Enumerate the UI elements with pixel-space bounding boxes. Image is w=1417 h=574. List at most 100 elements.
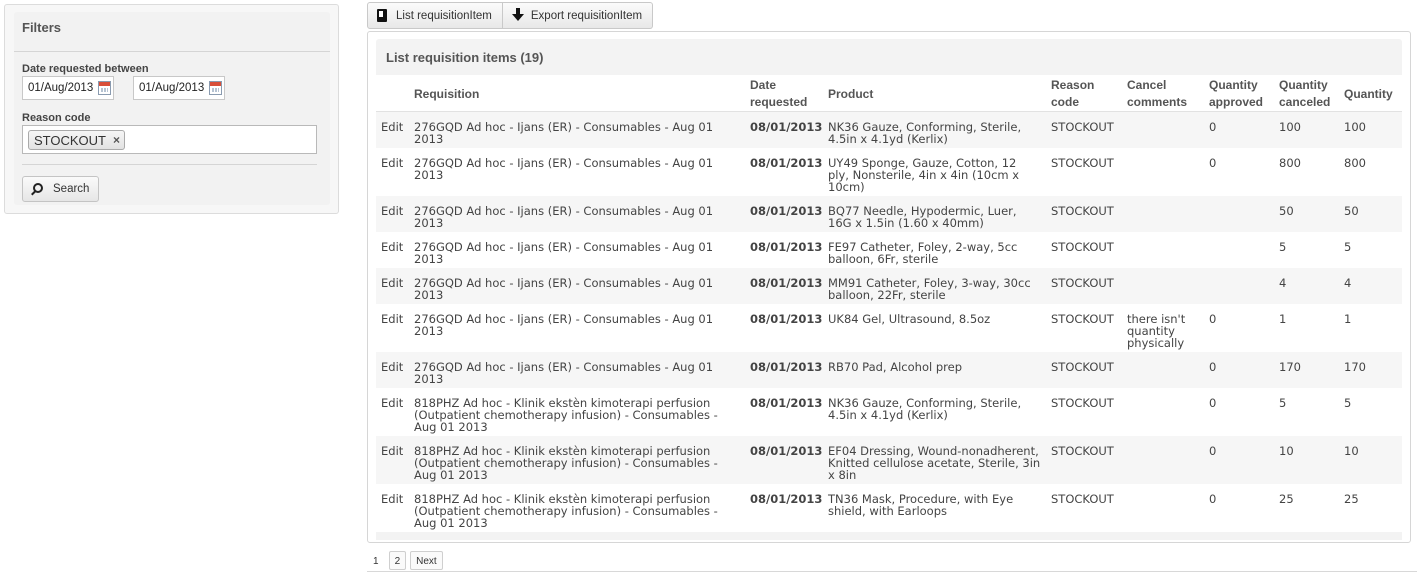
calendar-icon[interactable] (209, 81, 222, 95)
export-requisition-item-button[interactable]: Export requisitionItem (502, 2, 654, 29)
next-page-button[interactable]: Next (410, 551, 443, 570)
quantity-approved-cell-line: 0 (1209, 444, 1217, 458)
quantity-canceled-cell-line: 1 (1279, 312, 1287, 326)
date-requested-cell: 08/01/2013 (750, 241, 822, 253)
date-requested-cell: 08/01/2013 (750, 205, 822, 217)
product-cell-line: 16G x 1.5in (1.60 x 40mm) (828, 216, 984, 230)
date-requested-label: Date requested between (22, 63, 149, 75)
requisition-items-panel: List requisition items (19) Requisition … (367, 31, 1411, 543)
product-cell-line: 4.5in x 4.1yd (Kerlix) (828, 132, 948, 146)
search-button-label: Search (53, 183, 90, 195)
cancel-comments-cell: there isn't quantity physically (1127, 313, 1185, 349)
edit-link[interactable]: Edit (381, 157, 403, 169)
product-cell-line: balloon, 22Fr, sterile (828, 288, 946, 302)
requisition-cell[interactable]: 276GQD Ad hoc - Ijans (ER) - Consumables… (414, 121, 713, 145)
date-requested-cell-line: 08/01/2013 (750, 120, 823, 134)
requisition-cell[interactable]: 276GQD Ad hoc - Ijans (ER) - Consumables… (414, 241, 713, 265)
quantity-canceled-cell-line: 50 (1279, 204, 1294, 218)
product-cell-line: UK84 Gel, Ultrasound, 8.5oz (828, 312, 991, 326)
quantity-cell-line: 25 (1344, 492, 1359, 506)
reason-code-cell-line: STOCKOUT (1051, 156, 1114, 170)
edit-link[interactable]: Edit (381, 277, 403, 289)
column-header-quantity-approved[interactable]: Quantity approved (1209, 77, 1263, 111)
edit-link[interactable]: Edit (381, 121, 403, 133)
reason-code-select[interactable]: STOCKOUT × (22, 125, 317, 154)
column-header-cancel-comments[interactable]: Cancel comments (1127, 77, 1187, 111)
reason-code-cell: STOCKOUT (1051, 445, 1114, 457)
quantity-cell-line: 5 (1344, 240, 1352, 254)
quantity-cell: 4 (1344, 277, 1351, 289)
product-cell-line: 4.5in x 4.1yd (Kerlix) (828, 408, 948, 422)
quantity-approved-cell-line: 0 (1209, 360, 1217, 374)
edit-link[interactable]: Edit (381, 361, 403, 373)
column-header-requisition[interactable]: Requisition (414, 86, 479, 103)
quantity-cell: 170 (1344, 361, 1366, 373)
requisition-cell[interactable]: 818PHZ Ad hoc - Klinik ekstèn kimoterapi… (414, 493, 718, 529)
date-requested-cell-line: 08/01/2013 (750, 204, 823, 218)
edit-link[interactable]: Edit (381, 445, 403, 457)
quantity-cell-line: 10 (1344, 444, 1359, 458)
quantity-canceled-cell: 5 (1279, 397, 1286, 409)
quantity-canceled-cell: 1 (1279, 313, 1286, 325)
search-button[interactable]: Search (22, 176, 99, 202)
quantity-cell: 100 (1344, 121, 1366, 133)
quantity-cell: 1 (1344, 313, 1351, 325)
reason-code-cell-line: STOCKOUT (1051, 444, 1114, 458)
requisition-cell-line: 2013 (414, 216, 444, 230)
date-from-input[interactable]: 01/Aug/2013 (22, 76, 114, 100)
quantity-canceled-cell-line: 25 (1279, 492, 1294, 506)
quantity-cell: 10 (1344, 445, 1359, 457)
product-cell-line: 10cm) (828, 180, 865, 194)
column-header-quantity[interactable]: Quantity (1344, 86, 1393, 103)
date-requested-cell-line: 08/01/2013 (750, 492, 823, 506)
column-header-quantity-canceled[interactable]: Quantity canceled (1279, 77, 1330, 111)
requisition-cell-line: 276GQD Ad hoc - Ijans (ER) - Consumables… (414, 240, 714, 254)
table-row: Edit 276GQD Ad hoc - Ijans (ER) - Consuma… (376, 352, 1402, 388)
quantity-canceled-cell: 25 (1279, 493, 1294, 505)
edit-link[interactable]: Edit (381, 397, 403, 409)
column-header-line: comments (1127, 95, 1188, 109)
reason-code-cell-line: STOCKOUT (1051, 492, 1114, 506)
reason-code-cell: STOCKOUT (1051, 121, 1114, 133)
product-cell: TN36 Mask, Procedure, with Eye shield, wi… (828, 493, 1013, 517)
list-requisition-item-button[interactable]: List requisitionItem (367, 2, 503, 29)
page-link-2[interactable]: 2 (388, 551, 407, 570)
edit-link[interactable]: Edit (381, 241, 403, 253)
date-requested-cell: 08/01/2013 (750, 445, 822, 457)
edit-link[interactable]: Edit (381, 493, 403, 505)
product-cell-line: shield, with Earloops (828, 504, 948, 518)
quantity-canceled-cell-line: 5 (1279, 396, 1287, 410)
requisition-cell[interactable]: 818PHZ Ad hoc - Klinik ekstèn kimoterapi… (414, 445, 718, 481)
requisition-cell[interactable]: 276GQD Ad hoc - Ijans (ER) - Consumables… (414, 277, 713, 301)
requisition-cell[interactable]: 276GQD Ad hoc - Ijans (ER) - Consumables… (414, 205, 713, 229)
quantity-cell-line: 1 (1344, 312, 1352, 326)
column-header-line: approved (1209, 95, 1264, 109)
quantity-approved-cell: 0 (1209, 397, 1216, 409)
reason-code-label: Reason code (22, 112, 91, 124)
product-cell-line: balloon, 6Fr, sterile (828, 252, 939, 266)
reason-code-cell-line: STOCKOUT (1051, 240, 1114, 254)
edit-link[interactable]: Edit (381, 205, 403, 217)
requisition-cell[interactable]: 276GQD Ad hoc - Ijans (ER) - Consumables… (414, 157, 713, 181)
column-header-date-requested[interactable]: Date requested (750, 77, 807, 111)
reason-code-cell-line: STOCKOUT (1051, 276, 1114, 290)
column-header-product[interactable]: Product (828, 86, 873, 103)
date-to-input[interactable]: 01/Aug/2013 (133, 76, 225, 100)
calendar-icon[interactable] (98, 81, 111, 95)
remove-chip-icon[interactable]: × (113, 133, 120, 147)
page-link-1[interactable]: 1 (367, 551, 385, 570)
column-header-line: Date (750, 78, 777, 92)
quantity-cell-line: 170 (1344, 360, 1366, 374)
requisition-cell[interactable]: 276GQD Ad hoc - Ijans (ER) - Consumables… (414, 313, 713, 337)
requisition-cell[interactable]: 276GQD Ad hoc - Ijans (ER) - Consumables… (414, 361, 713, 385)
column-header-reason-code[interactable]: Reason code (1051, 77, 1094, 111)
requisition-cell[interactable]: 818PHZ Ad hoc - Klinik ekstèn kimoterapi… (414, 397, 718, 433)
reason-code-cell: STOCKOUT (1051, 361, 1114, 373)
quantity-approved-cell: 0 (1209, 445, 1216, 457)
product-cell: NK36 Gauze, Conforming, Sterile, 4.5in x … (828, 121, 1021, 145)
quantity-cell: 25 (1344, 493, 1359, 505)
edit-link[interactable]: Edit (381, 313, 403, 325)
column-header-line: requested (750, 95, 808, 109)
quantity-canceled-cell: 800 (1279, 157, 1301, 169)
product-cell: UK84 Gel, Ultrasound, 8.5oz (828, 313, 990, 325)
